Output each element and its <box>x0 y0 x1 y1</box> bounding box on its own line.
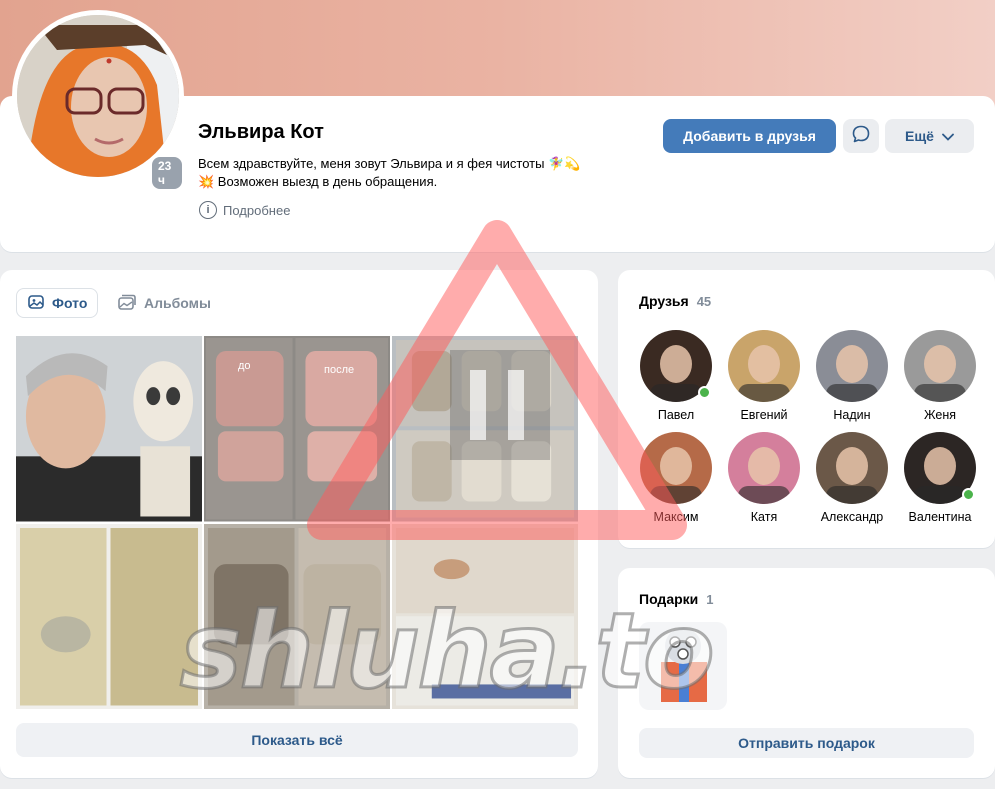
photo-thumbnail[interactable] <box>16 336 202 522</box>
friend-item[interactable]: Надин <box>808 330 896 422</box>
online-indicator <box>962 488 975 501</box>
friend-name: Евгений <box>740 408 788 422</box>
photo-thumbnail[interactable] <box>392 523 578 709</box>
friend-item[interactable]: Катя <box>720 432 808 524</box>
more-info-link[interactable]: i Подробнее <box>199 201 290 219</box>
photo-label-before: до <box>238 360 251 372</box>
profile-avatar[interactable]: 23 ч <box>12 10 184 191</box>
photos-block: Фото Альбомы до после Показать всё <box>0 270 598 778</box>
photo-thumbnail[interactable] <box>204 523 390 709</box>
friend-avatar <box>816 432 888 504</box>
tab-albums-label: Альбомы <box>144 295 211 311</box>
photo-thumbnail[interactable] <box>16 523 202 709</box>
friends-header[interactable]: Друзья 45 <box>639 293 711 309</box>
tab-photos[interactable]: Фото <box>16 288 99 318</box>
online-indicator <box>698 386 711 399</box>
info-icon: i <box>199 201 217 219</box>
photo-grid: до после <box>16 336 578 709</box>
friend-avatar <box>640 432 712 504</box>
more-button[interactable]: Ещё <box>885 119 974 153</box>
friend-item[interactable]: Максим <box>632 432 720 524</box>
friend-name: Максим <box>653 510 699 524</box>
friends-list: Павел Евгений Надин Женя Максим Катя Александр… <box>632 330 984 524</box>
gifts-header[interactable]: Подарки 1 <box>639 591 714 607</box>
friend-avatar <box>904 432 976 504</box>
friend-item[interactable]: Павел <box>632 330 720 422</box>
message-icon <box>851 124 871 149</box>
avatar-photo <box>17 15 179 177</box>
friend-name: Надин <box>833 408 871 422</box>
gifts-block: Подарки 1 Отправить подарок <box>618 568 995 778</box>
friend-item[interactable]: Валентина <box>896 432 984 524</box>
friend-name: Женя <box>923 408 956 422</box>
more-info-label: Подробнее <box>223 202 291 218</box>
friend-name: Валентина <box>908 510 972 524</box>
friend-name: Павел <box>657 408 695 422</box>
friend-item[interactable]: Евгений <box>720 330 808 422</box>
friend-avatar <box>904 330 976 402</box>
friend-avatar <box>728 432 800 504</box>
gift-item[interactable] <box>639 622 727 710</box>
status-line-1: Всем здравствуйте, меня зовут Эльвира и … <box>198 156 581 171</box>
friends-title: Друзья <box>639 293 689 309</box>
friend-name: Александр <box>820 510 884 524</box>
gifts-count: 1 <box>706 592 714 607</box>
last-seen-badge: 23 ч <box>150 155 184 191</box>
friends-block: Друзья 45 Павел Евгений Надин Женя Максим Кат… <box>618 270 995 548</box>
tab-albums[interactable]: Альбомы <box>107 288 221 318</box>
chevron-down-icon <box>942 128 954 144</box>
photo-label-after: после <box>324 364 355 376</box>
friend-avatar <box>816 330 888 402</box>
show-all-button[interactable]: Показать всё <box>16 723 578 757</box>
send-gift-button[interactable]: Отправить подарок <box>639 728 974 758</box>
friends-count: 45 <box>696 294 712 309</box>
add-friend-button[interactable]: Добавить в друзья <box>663 119 836 153</box>
status-line-2: 💥 Возможен выезд в день обращения. <box>198 174 438 189</box>
photo-icon <box>27 293 45 314</box>
tab-photos-label: Фото <box>52 295 88 311</box>
friend-item[interactable]: Александр <box>808 432 896 524</box>
message-button[interactable] <box>843 119 879 153</box>
friend-name: Катя <box>750 510 778 524</box>
friend-avatar <box>728 330 800 402</box>
profile-name: Эльвира Кот <box>198 121 324 143</box>
friend-avatar <box>640 330 712 402</box>
friend-item[interactable]: Женя <box>896 330 984 422</box>
photo-thumbnail[interactable] <box>392 336 578 522</box>
photo-thumbnail[interactable]: до после <box>204 336 390 522</box>
albums-icon <box>117 293 137 314</box>
more-label: Ещё <box>905 128 934 144</box>
gifts-title: Подарки <box>639 591 699 607</box>
profile-status: Всем здравствуйте, меня зовут Эльвира и … <box>198 155 580 191</box>
